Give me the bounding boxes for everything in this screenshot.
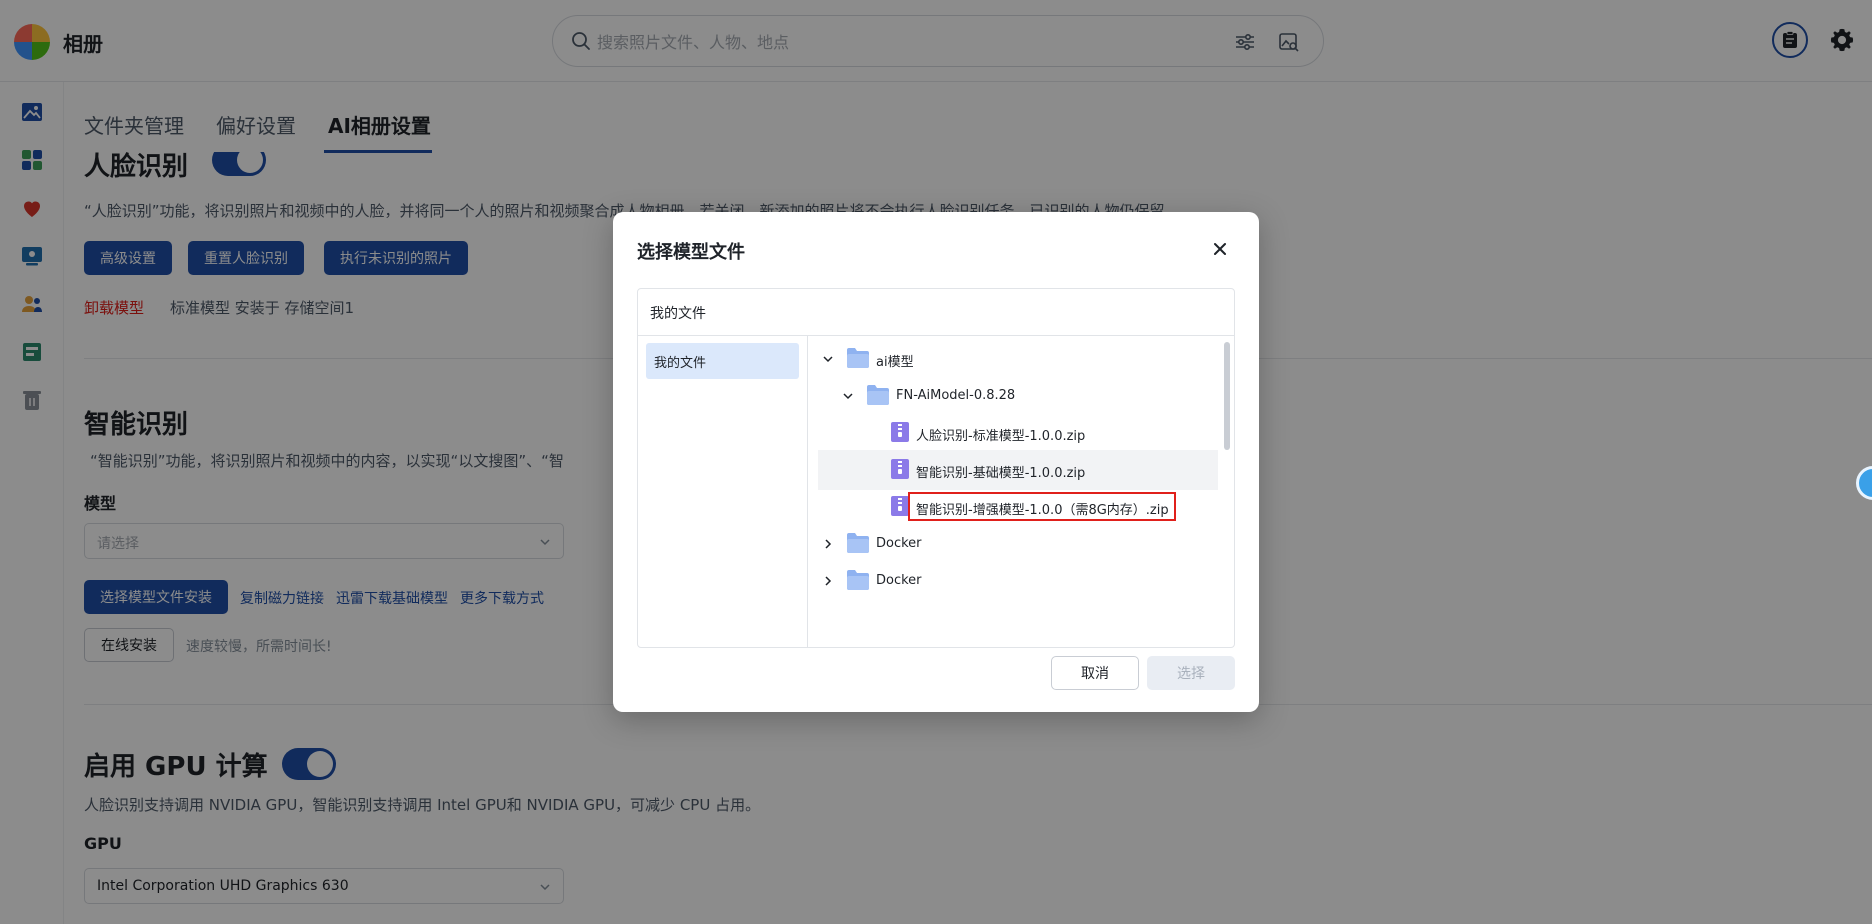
folder-icon — [847, 533, 869, 553]
tree-item-name: Docker — [876, 536, 922, 551]
chevron-down-icon[interactable] — [822, 353, 834, 365]
tree-row[interactable]: Docker — [818, 524, 1218, 564]
cancel-button[interactable]: 取消 — [1051, 656, 1139, 690]
location-my-files[interactable]: 我的文件 — [646, 343, 799, 379]
breadcrumb[interactable]: 我的文件 — [650, 303, 706, 323]
file-tree: ai模型 FN-AiModel-0.8.28 人脸识别-标准模型-1.0.0.z… — [808, 336, 1234, 647]
highlight-box — [908, 492, 1176, 521]
select-model-file-dialog: 选择模型文件 我的文件 我的文件 ai模型 FN-AiModel-0.8.28 — [613, 212, 1259, 712]
tree-row[interactable]: ai模型 — [818, 339, 1218, 379]
tree-row[interactable]: 智能识别-基础模型-1.0.0.zip — [818, 450, 1218, 490]
tree-item-name: 人脸识别-标准模型-1.0.0.zip — [916, 429, 1086, 444]
chevron-right-icon[interactable] — [822, 575, 834, 587]
tree-row[interactable]: FN-AiModel-0.8.28 — [818, 376, 1218, 416]
location-label: 我的文件 — [654, 356, 707, 371]
tree-item-name: 智能识别-基础模型-1.0.0.zip — [916, 466, 1086, 481]
chevron-right-icon[interactable] — [822, 538, 834, 550]
tree-item-name: ai模型 — [876, 355, 914, 370]
zip-file-icon — [891, 459, 909, 479]
location-pane: 我的文件 — [638, 336, 808, 647]
folder-icon — [847, 570, 869, 590]
chevron-down-icon[interactable] — [842, 390, 854, 402]
folder-icon — [867, 385, 889, 405]
folder-icon — [847, 348, 869, 368]
close-icon[interactable] — [1211, 240, 1229, 258]
tree-row-selected[interactable]: 智能识别-增强模型-1.0.0（需8G内存）.zip — [818, 487, 1218, 527]
file-browser: 我的文件 我的文件 ai模型 FN-AiModel-0.8.28 人脸识别-标准… — [637, 288, 1235, 648]
zip-file-icon — [891, 496, 909, 516]
tree-row[interactable]: Docker — [818, 561, 1218, 601]
select-button[interactable]: 选择 — [1147, 656, 1235, 690]
zip-file-icon — [891, 422, 909, 442]
tree-item-name: FN-AiModel-0.8.28 — [896, 388, 1016, 403]
tree-scrollbar[interactable] — [1224, 342, 1230, 450]
tree-row[interactable]: 人脸识别-标准模型-1.0.0.zip — [818, 413, 1218, 453]
tree-item-name: Docker — [876, 573, 922, 588]
dialog-title: 选择模型文件 — [637, 242, 745, 263]
